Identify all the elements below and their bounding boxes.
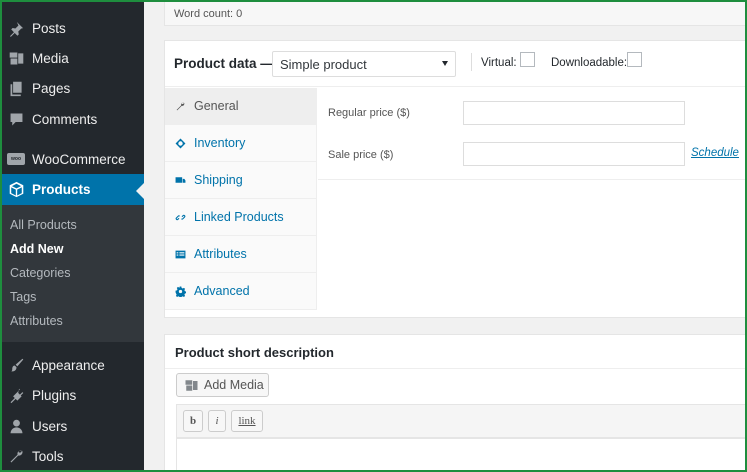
menu-item-posts[interactable]: Posts [0, 11, 144, 45]
downloadable-label: Downloadable: [551, 57, 628, 69]
truck-icon [174, 174, 186, 186]
wrench-icon [174, 100, 186, 112]
tab-label-advanced: Advanced [194, 284, 250, 298]
tab-shipping[interactable]: Shipping [165, 162, 317, 199]
menu-label-users: Users [32, 418, 68, 434]
wrench-icon [7, 447, 25, 465]
menu-item-woocommerce[interactable]: woo WooCommerce [0, 142, 144, 176]
italic-button[interactable]: i [208, 410, 226, 432]
plugin-icon [7, 386, 25, 404]
product-data-header: Product data — Simple product Virtual: D… [165, 41, 747, 87]
short-description-title: Product short description [175, 345, 334, 360]
menu-item-pages[interactable]: Pages [0, 71, 144, 105]
tab-label-inventory: Inventory [194, 136, 246, 150]
menu-label-pages: Pages [32, 80, 71, 96]
main-content: Word count: 0 Product data — Simple prod… [144, 0, 747, 472]
product-type-value: Simple product [280, 57, 367, 72]
user-icon [7, 417, 25, 435]
pushpin-icon [7, 19, 25, 37]
sale-price-input[interactable] [463, 142, 685, 166]
short-description-box: Product short description Add Media b i … [164, 334, 747, 472]
menu-item-tools[interactable]: Tools [0, 439, 144, 472]
add-media-label: Add Media [204, 378, 264, 392]
menu-item-products[interactable]: Products [0, 174, 144, 205]
menu-label-tools: Tools [32, 448, 64, 464]
pages-icon [7, 79, 25, 97]
product-type-select[interactable]: Simple product [272, 51, 456, 77]
admin-sidebar: Posts Media Pages Comments woo WooCommer… [0, 0, 144, 472]
products-cube-icon [7, 181, 25, 199]
sale-price-label: Sale price ($) [328, 149, 394, 161]
link-icon [174, 211, 186, 223]
menu-label-comments: Comments [32, 111, 98, 127]
submenu-all-products[interactable]: All Products [10, 218, 77, 232]
media-icon [7, 49, 25, 67]
bold-button[interactable]: b [183, 410, 203, 432]
add-media-button[interactable]: Add Media [176, 373, 269, 397]
virtual-checkbox[interactable] [520, 52, 535, 67]
quicktags-toolbar: b i link [176, 404, 747, 438]
submenu-add-new[interactable]: Add New [10, 242, 63, 256]
menu-label-plugins: Plugins [32, 387, 77, 403]
tab-attributes[interactable]: Attributes [165, 236, 317, 273]
chevron-down-icon [442, 61, 448, 66]
header-divider [471, 53, 472, 71]
word-count: Word count: 0 [174, 8, 243, 20]
products-submenu: All Products Add New Categories Tags Att… [0, 205, 144, 342]
general-pricing-panel: Regular price ($) Sale price ($) Schedul… [318, 88, 747, 180]
schedule-link[interactable]: Schedule [691, 147, 739, 159]
tab-general[interactable]: General [165, 88, 317, 125]
menu-label-woocommerce: WooCommerce [32, 151, 126, 167]
tab-label-linked-products: Linked Products [194, 210, 284, 224]
tab-label-general: General [194, 99, 239, 113]
menu-label-appearance: Appearance [32, 357, 105, 373]
menu-label-products: Products [32, 182, 91, 197]
tag-icon [174, 137, 186, 149]
word-count-bar: Word count: 0 [164, 0, 747, 26]
tab-inventory[interactable]: Inventory [165, 125, 317, 162]
regular-price-label: Regular price ($) [328, 107, 410, 119]
submenu-categories[interactable]: Categories [10, 266, 70, 280]
submenu-attributes[interactable]: Attributes [10, 314, 63, 328]
tab-advanced[interactable]: Advanced [165, 273, 317, 310]
menu-item-appearance[interactable]: Appearance [0, 348, 144, 382]
virtual-label: Virtual: [481, 57, 517, 69]
menu-item-comments[interactable]: Comments [0, 102, 144, 136]
downloadable-checkbox[interactable] [627, 52, 642, 67]
list-icon [174, 248, 186, 260]
product-data-title: Product data — [174, 56, 274, 71]
short-description-divider [165, 368, 747, 369]
menu-item-plugins[interactable]: Plugins [0, 378, 144, 412]
paint-brush-icon [7, 356, 25, 374]
menu-item-users[interactable]: Users [0, 409, 144, 443]
tab-label-attributes: Attributes [194, 247, 247, 261]
submenu-tags[interactable]: Tags [10, 290, 36, 304]
comment-icon [7, 110, 25, 128]
gear-icon [174, 285, 186, 297]
tab-label-shipping: Shipping [194, 173, 243, 187]
link-button[interactable]: link [231, 410, 263, 432]
woocommerce-icon: woo [7, 150, 25, 168]
media-icon [184, 377, 200, 393]
current-menu-arrow [136, 183, 144, 199]
short-description-editor[interactable] [176, 438, 747, 472]
regular-price-input[interactable] [463, 101, 685, 125]
menu-label-media: Media [32, 50, 69, 66]
tab-linked-products[interactable]: Linked Products [165, 199, 317, 236]
menu-label-posts: Posts [32, 20, 66, 36]
menu-item-media[interactable]: Media [0, 41, 144, 75]
product-data-box: Product data — Simple product Virtual: D… [164, 40, 747, 318]
product-data-tabs: General Inventory Shipping Linked Produc… [165, 88, 317, 310]
